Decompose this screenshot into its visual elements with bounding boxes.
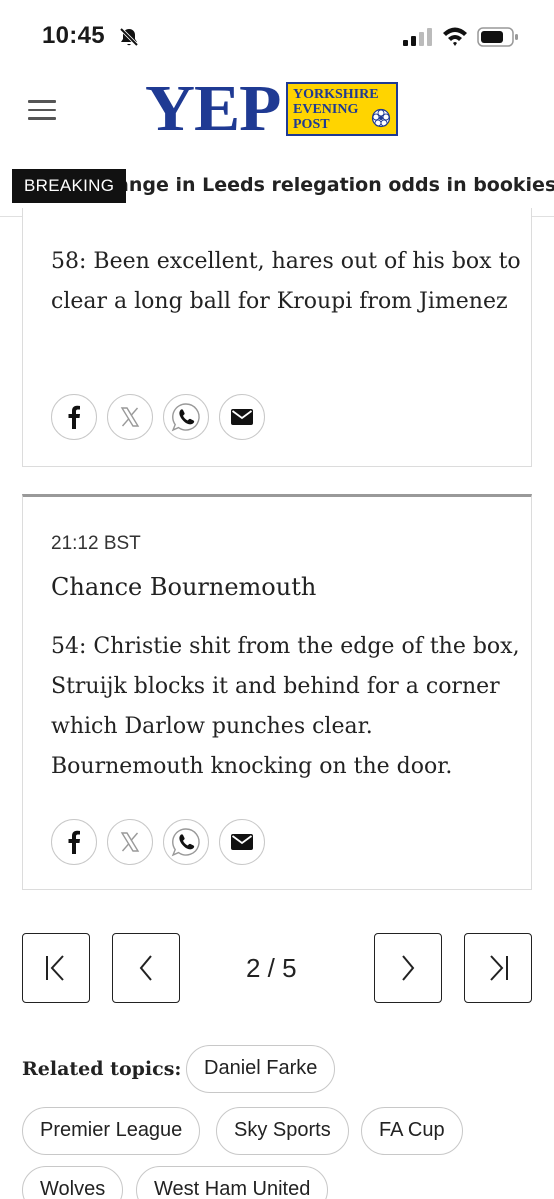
- status-bar: 10:45: [0, 0, 554, 70]
- previous-page-button[interactable]: [112, 933, 180, 1003]
- email-icon: [231, 409, 253, 425]
- site-header: YEP YORKSHIRE EVENING POST: [0, 70, 554, 152]
- chevron-right-icon: [402, 955, 415, 981]
- share-facebook-button[interactable]: [51, 819, 97, 865]
- next-page-button[interactable]: [374, 933, 442, 1003]
- post-body: 58: Been excellent, hares out of his box…: [51, 249, 521, 314]
- status-time: 10:45: [42, 22, 105, 49]
- x-icon: [120, 832, 140, 852]
- battery-icon: [477, 27, 518, 47]
- bell-slash-icon: [119, 27, 139, 47]
- last-page-icon: [490, 955, 508, 981]
- topic-pill[interactable]: Premier League: [22, 1107, 201, 1155]
- yorkshire-rose-icon: [371, 108, 391, 128]
- logo-box: YORKSHIRE EVENING POST: [286, 82, 398, 136]
- last-page-button[interactable]: [464, 933, 532, 1003]
- live-post-card: 58: Been excellent, hares out of his box…: [22, 208, 532, 467]
- share-whatsapp-button[interactable]: [163, 819, 209, 865]
- share-email-button[interactable]: [219, 819, 265, 865]
- topic-pill[interactable]: FA Cup: [361, 1107, 463, 1155]
- whatsapp-icon: [171, 403, 200, 432]
- wifi-icon: [443, 27, 467, 46]
- x-icon: [120, 407, 140, 427]
- first-page-button[interactable]: [22, 933, 90, 1003]
- share-row: [51, 394, 265, 440]
- topic-pill[interactable]: Sky Sports: [216, 1107, 349, 1155]
- live-post-card: 21:12 BST Chance Bournemouth 54: Christi…: [22, 494, 532, 890]
- share-x-button[interactable]: [107, 819, 153, 865]
- first-page-icon: [46, 955, 64, 981]
- post-timestamp: 21:12 BST: [51, 533, 141, 554]
- post-body: 54: Christie shit from the edge of the b…: [51, 634, 520, 779]
- topic-pill[interactable]: Daniel Farke: [186, 1045, 336, 1093]
- facebook-icon: [68, 830, 80, 854]
- share-row: [51, 819, 265, 865]
- related-topics-label: Related topics:: [22, 1058, 182, 1080]
- logo-box-text: YORKSHIRE EVENING POST: [293, 87, 379, 132]
- hamburger-menu-icon[interactable]: [28, 100, 56, 122]
- share-facebook-button[interactable]: [51, 394, 97, 440]
- email-icon: [231, 834, 253, 850]
- topic-pill[interactable]: Wolves: [22, 1166, 124, 1199]
- pagination: 2 / 5: [22, 933, 532, 1004]
- share-x-button[interactable]: [107, 394, 153, 440]
- facebook-icon: [68, 405, 80, 429]
- chevron-left-icon: [139, 955, 152, 981]
- page-indicator: 2 / 5: [246, 953, 297, 983]
- site-logo[interactable]: YEP YORKSHIRE EVENING POST: [145, 72, 398, 145]
- topic-pill[interactable]: West Ham United: [136, 1166, 329, 1199]
- breaking-news-text[interactable]: ange in Leeds relegation odds in bookies…: [116, 174, 554, 196]
- signal-icon: [403, 28, 432, 46]
- share-whatsapp-button[interactable]: [163, 394, 209, 440]
- breaking-label: BREAKING: [12, 169, 127, 203]
- logo-yep-text: YEP: [145, 72, 282, 145]
- whatsapp-icon: [171, 828, 200, 857]
- share-email-button[interactable]: [219, 394, 265, 440]
- post-title: Chance Bournemouth: [51, 573, 317, 601]
